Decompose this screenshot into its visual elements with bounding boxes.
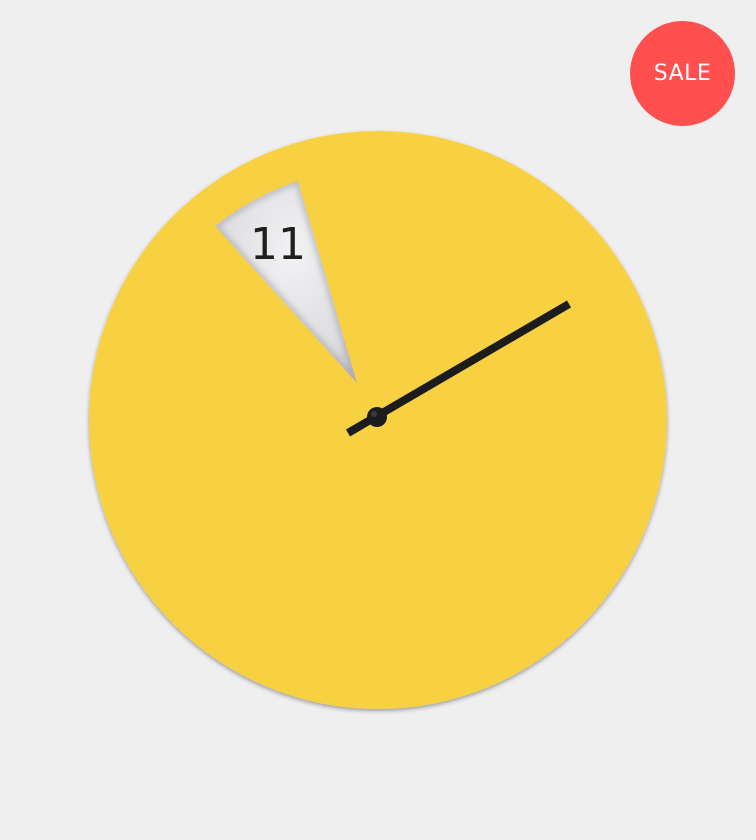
sale-badge: SALE — [630, 21, 735, 126]
hour-number: 11 — [250, 219, 306, 270]
center-cap-highlight — [371, 411, 377, 417]
clock-product-image: 11 — [89, 131, 667, 709]
center-cap — [367, 407, 387, 427]
sale-badge-label: SALE — [653, 61, 712, 86]
